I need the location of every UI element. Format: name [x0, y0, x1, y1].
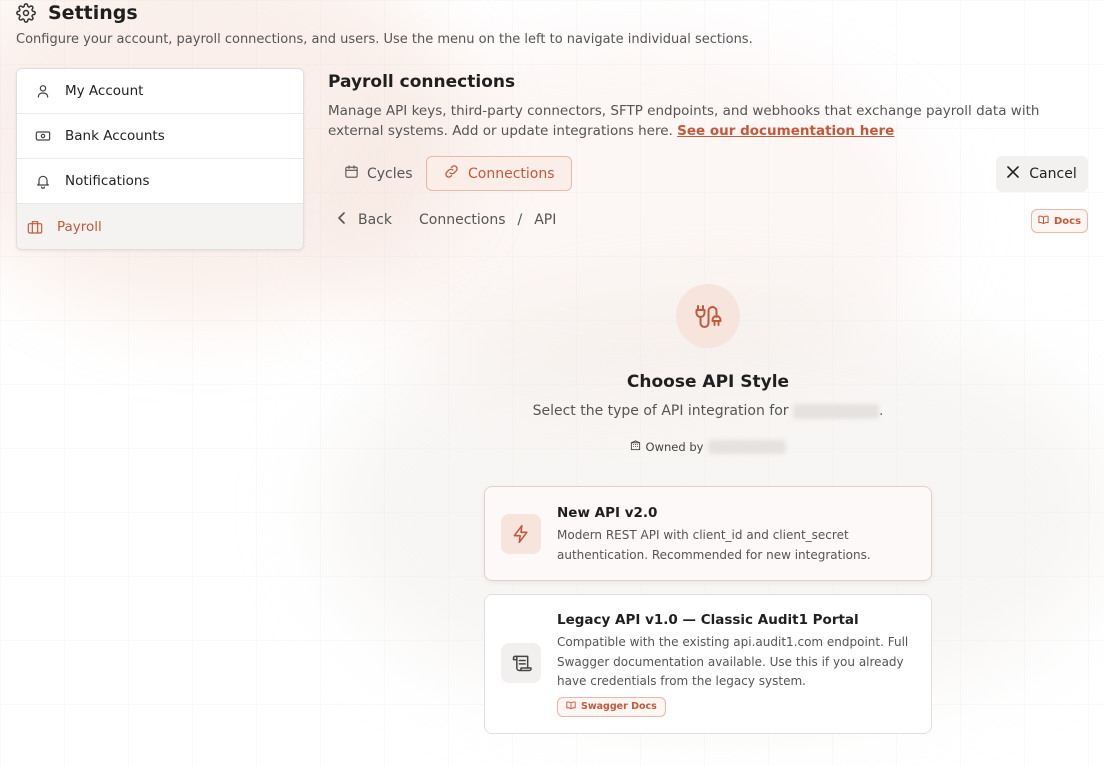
- chooser-subtitle: Select the type of API integration for .: [484, 403, 932, 419]
- chooser-subtitle-suffix: .: [878, 403, 884, 419]
- link-icon: [443, 163, 460, 184]
- option-title: New API v2.0: [557, 505, 658, 521]
- tabs-bar: Cycles Connections Cancel: [328, 156, 1088, 192]
- banknote-icon: [35, 128, 51, 144]
- book-icon: [1038, 214, 1049, 228]
- breadcrumb: Connections / API: [419, 212, 556, 228]
- settings-sidebar: My Account Bank Accounts Notifications P…: [16, 68, 304, 250]
- sidebar-item-notifications[interactable]: Notifications: [17, 159, 303, 204]
- cancel-label: Cancel: [1029, 166, 1077, 182]
- bell-icon: [35, 173, 51, 189]
- section-title: Payroll connections: [328, 72, 516, 92]
- breadcrumb-bar: Back Connections / API Docs: [328, 209, 1088, 233]
- option-description: Compatible with the existing api.audit1.…: [557, 635, 909, 688]
- sidebar-item-label: Notifications: [65, 173, 150, 189]
- swagger-docs-button[interactable]: Swagger Docs: [557, 696, 666, 717]
- chooser-subtitle-text: Select the type of API integration for: [532, 403, 789, 419]
- tab-connections[interactable]: Connections: [426, 156, 572, 191]
- redacted-owner-name: [708, 440, 787, 454]
- tab-label: Cycles: [367, 165, 413, 182]
- book-icon: [566, 700, 576, 713]
- sidebar-item-label: Bank Accounts: [65, 128, 165, 144]
- chevron-left-icon: [338, 212, 346, 228]
- section-description: Manage API keys, third-party connectors,…: [328, 101, 1083, 141]
- briefcase-icon: [27, 219, 43, 235]
- cancel-button[interactable]: Cancel: [996, 156, 1088, 192]
- owner-line: Owned by: [484, 440, 932, 454]
- calendar-icon: [344, 164, 359, 183]
- tab-label: Connections: [468, 165, 555, 182]
- sidebar-item-bank-accounts[interactable]: Bank Accounts: [17, 114, 303, 159]
- breadcrumb-connections[interactable]: Connections: [419, 212, 506, 228]
- swagger-docs-label: Swagger Docs: [581, 701, 657, 712]
- sidebar-item-label: My Account: [65, 83, 144, 99]
- sidebar-item-label: Payroll: [57, 218, 102, 235]
- option-title: Legacy API v1.0 — Classic Audit1 Portal: [557, 612, 859, 628]
- page-subtitle: Configure your account, payroll connecti…: [16, 32, 753, 47]
- gear-icon: [16, 3, 36, 23]
- sidebar-item-payroll[interactable]: Payroll: [17, 204, 303, 249]
- documentation-link[interactable]: See our documentation here: [677, 123, 894, 139]
- close-icon: [1007, 166, 1020, 182]
- owned-by-label: Owned by: [645, 440, 704, 454]
- tab-cycles[interactable]: Cycles: [332, 156, 425, 191]
- back-label: Back: [358, 212, 392, 228]
- docs-button[interactable]: Docs: [1031, 209, 1088, 233]
- building-icon: [630, 440, 641, 454]
- option-new-api-v2[interactable]: New API v2.0 Modern REST API with client…: [484, 486, 932, 581]
- scroll-icon: [501, 643, 541, 683]
- plug-icon: [676, 284, 740, 348]
- option-legacy-api-v1[interactable]: Legacy API v1.0 — Classic Audit1 Portal …: [484, 594, 932, 734]
- api-style-chooser: Choose API Style Select the type of API …: [484, 284, 932, 454]
- payroll-connections-section: Payroll connections Manage API keys, thi…: [328, 72, 1088, 233]
- chooser-title: Choose API Style: [626, 372, 790, 392]
- breadcrumb-separator: /: [517, 212, 523, 228]
- back-button[interactable]: Back: [338, 212, 392, 228]
- sidebar-item-my-account[interactable]: My Account: [17, 69, 303, 114]
- page-header: Settings Configure your account, payroll…: [16, 2, 753, 47]
- redacted-company-name: [792, 403, 879, 419]
- option-description: Modern REST API with client_id and clien…: [557, 528, 871, 562]
- user-icon: [35, 83, 51, 99]
- docs-label: Docs: [1053, 215, 1082, 227]
- breadcrumb-api: API: [534, 212, 557, 228]
- lightning-icon: [501, 514, 541, 554]
- page-title: Settings: [48, 2, 138, 24]
